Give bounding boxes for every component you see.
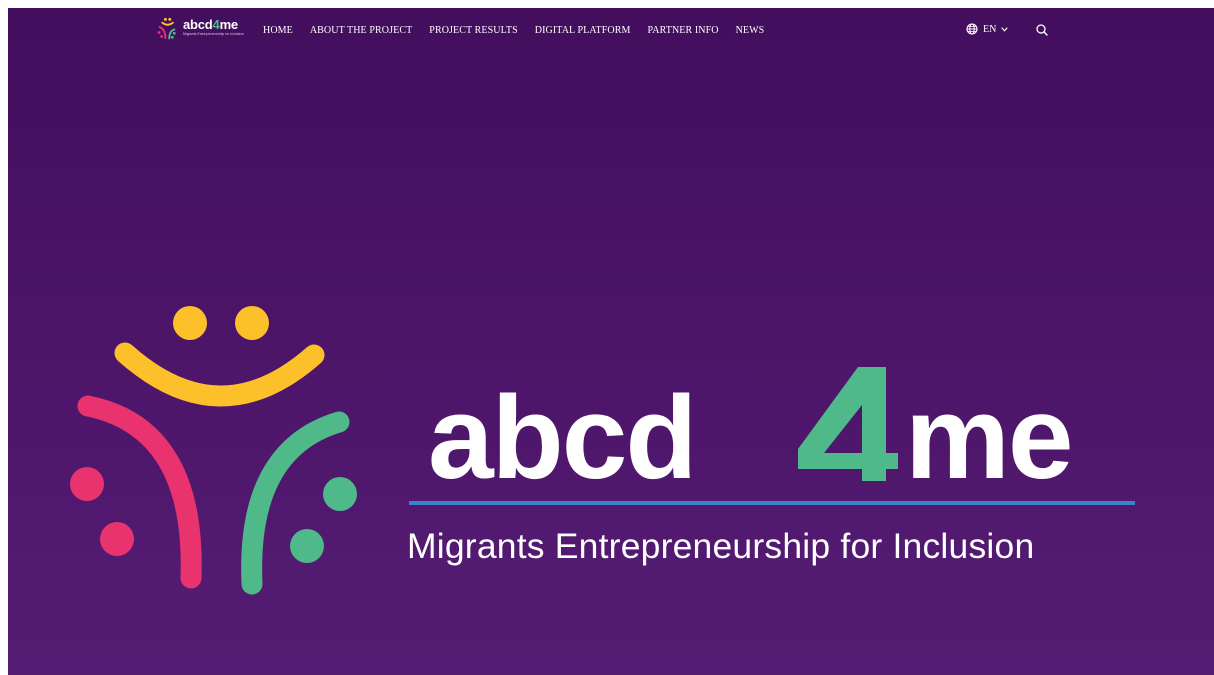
- smile-face-icon: [114, 306, 325, 407]
- logo-mark-icon: [157, 17, 176, 40]
- globe-icon: [966, 23, 978, 35]
- logo-word-abcd: abcd: [183, 17, 213, 32]
- nav-news[interactable]: NEWS: [736, 25, 765, 36]
- pink-figure-icon: [70, 395, 202, 589]
- hero-wordmark: abcd me: [428, 367, 1148, 508]
- logo-word-me: me: [219, 17, 239, 32]
- chevron-down-icon: [1001, 26, 1008, 32]
- logo-text: abcd4me Migrants Entrepreneurship for In…: [183, 18, 244, 37]
- hero-word-me: me: [905, 372, 1074, 504]
- logo-tagline: Migrants Entrepreneurship for Inclusion: [183, 32, 245, 36]
- search-button[interactable]: [1035, 23, 1049, 37]
- site-header: abcd4me Migrants Entrepreneurship for In…: [8, 8, 1214, 56]
- nav-project-results[interactable]: PROJECT RESULTS: [429, 25, 517, 36]
- hero-tagline: Migrants Entrepreneurship for Inclusion: [407, 526, 1035, 566]
- page: abcd4me Migrants Entrepreneurship for In…: [8, 8, 1214, 675]
- main-nav: HOME ABOUT THE PROJECT PROJECT RESULTS D…: [263, 25, 781, 36]
- green-figure-icon: [241, 411, 357, 595]
- nav-digital-platform[interactable]: DIGITAL PLATFORM: [535, 25, 631, 36]
- nav-home[interactable]: HOME: [263, 25, 293, 36]
- site-logo[interactable]: abcd4me Migrants Entrepreneurship for In…: [156, 17, 244, 41]
- logo-word-four: 4: [212, 17, 220, 32]
- hero-digit-four: [798, 367, 898, 481]
- nav-about-the-project[interactable]: ABOUT THE PROJECT: [310, 25, 412, 36]
- search-icon: [1036, 24, 1048, 36]
- language-label: EN: [983, 23, 997, 35]
- hero-word-abcd: abcd: [428, 372, 697, 504]
- nav-partner-info[interactable]: PARTNER INFO: [648, 25, 719, 36]
- logo-wordmark: abcd4me: [183, 18, 244, 31]
- hero-divider: [409, 501, 1135, 505]
- hero-logo-mark: [70, 306, 357, 595]
- language-selector[interactable]: EN: [966, 23, 1008, 35]
